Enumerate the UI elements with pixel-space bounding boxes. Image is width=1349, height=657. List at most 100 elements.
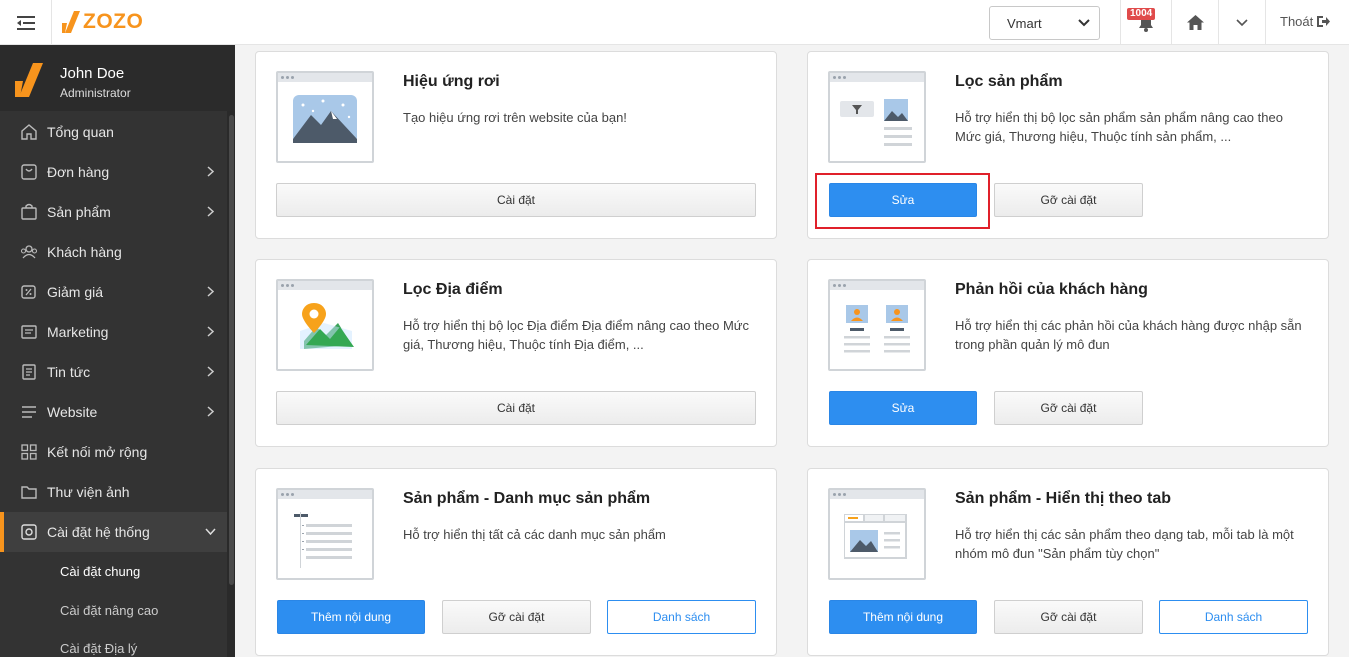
divider	[1265, 0, 1266, 45]
logout-label: Thoát	[1280, 14, 1314, 29]
add-content-button[interactable]: Thêm nội dung	[277, 600, 425, 634]
chevron-right-icon	[207, 326, 214, 337]
module-card: Sản phẩm - Hiển thị theo tab Hỗ trợ hiển…	[807, 468, 1329, 656]
settings-icon	[21, 524, 37, 540]
sidebar-item-thu-vien-anh[interactable]: Thư viện ảnh	[0, 472, 227, 512]
sidebar-item-tin-tuc[interactable]: Tin tức	[0, 352, 227, 392]
module-card: Phản hồi của khách hàng Hỗ trợ hiển thị …	[807, 259, 1329, 447]
home-button[interactable]	[1172, 0, 1218, 45]
list-button[interactable]: Danh sách	[1159, 600, 1308, 634]
customer-feedback-icon	[844, 305, 910, 353]
brand-logo[interactable]: ZOZO	[62, 10, 143, 34]
chevron-right-icon	[207, 406, 214, 417]
sidebar-subitem-cai-dat-nang-cao[interactable]: Cài đặt nâng cao	[0, 591, 227, 629]
module-thumbnail	[276, 71, 374, 163]
module-thumbnail	[828, 279, 926, 371]
sidebar-item-cai-dat-he-thong[interactable]: Cài đặt hệ thống	[0, 512, 227, 552]
uninstall-button[interactable]: Gỡ cài đặt	[994, 183, 1143, 217]
sidebar: John Doe Administrator Tổng quan Đơn hàn…	[0, 45, 235, 657]
module-title: Phản hồi của khách hàng	[955, 281, 1148, 298]
module-thumbnail	[276, 488, 374, 580]
store-select-value: Vmart	[1007, 15, 1042, 31]
module-title: Lọc sản phẩm	[955, 73, 1063, 90]
zozo-logo-icon	[62, 11, 80, 33]
sidebar-item-don-hang[interactable]: Đơn hàng	[0, 152, 227, 192]
menu-icon	[22, 406, 36, 418]
uninstall-button[interactable]: Gỡ cài đặt	[994, 391, 1143, 425]
sidebar-item-label: Thư viện ảnh	[47, 484, 130, 500]
list-button[interactable]: Danh sách	[607, 600, 756, 634]
home-icon	[21, 124, 37, 140]
falling-snow-image-icon	[293, 95, 357, 143]
chevron-right-icon	[207, 286, 214, 297]
sidebar-subitem-cai-dat-chung[interactable]: Cài đặt chung	[0, 552, 227, 590]
top-bar: ZOZO Vmart 1004 Thoát	[0, 0, 1349, 45]
module-title: Lọc Địa điểm	[403, 281, 503, 298]
chevron-down-icon	[1078, 19, 1090, 27]
chevron-right-icon	[207, 166, 214, 177]
sidebar-subitem-label: Cài đặt chung	[60, 563, 141, 579]
module-title: Sản phẩm - Hiển thị theo tab	[955, 490, 1172, 507]
news-icon	[22, 364, 36, 380]
install-button[interactable]: Cài đặt	[276, 391, 756, 425]
module-thumbnail	[276, 279, 374, 371]
sidebar-item-label: Cài đặt hệ thống	[47, 524, 150, 540]
module-description: Hỗ trợ hiển thị tất cả các danh mục sản …	[403, 527, 666, 542]
module-description: Hỗ trợ hiển thị bộ lọc sản phẩm sản phẩm…	[955, 110, 1283, 144]
sidebar-toggle-button[interactable]	[0, 0, 52, 45]
sidebar-item-ket-noi-mo-rong[interactable]: Kết nối mở rộng	[0, 432, 227, 472]
module-card: Lọc Địa điểm Hỗ trợ hiển thị bộ lọc Địa …	[255, 259, 777, 447]
sidebar-subitem-cai-dat-dia-ly[interactable]: Cài đặt Địa lý	[0, 629, 227, 657]
sidebar-item-label: Marketing	[47, 324, 109, 340]
store-select[interactable]: Vmart	[989, 6, 1100, 40]
discount-icon	[21, 285, 36, 299]
module-card: Hiệu ứng rơi Tạo hiệu ứng rơi trên websi…	[255, 51, 777, 239]
uninstall-button[interactable]: Gỡ cài đặt	[442, 600, 591, 634]
highlight-box	[815, 173, 990, 229]
sidebar-item-label: Website	[47, 404, 98, 420]
module-description: Hỗ trợ hiển thị bộ lọc Địa điểm Địa điểm…	[403, 318, 750, 352]
module-card: Sản phẩm - Danh mục sản phẩm Hỗ trợ hiển…	[255, 468, 777, 656]
chevron-right-icon	[207, 206, 214, 217]
edit-button[interactable]: Sửa	[829, 391, 977, 425]
sidebar-item-label: Kết nối mở rộng	[47, 444, 148, 460]
folder-icon	[21, 486, 37, 499]
sidebar-item-label: Khách hàng	[47, 244, 122, 260]
account-dropdown-button[interactable]	[1219, 0, 1265, 45]
sidebar-scrollbar-thumb[interactable]	[229, 115, 234, 585]
notification-count-badge: 1004	[1127, 8, 1156, 20]
module-description: Hỗ trợ hiển thị các phản hồi của khách h…	[955, 318, 1302, 352]
users-icon	[20, 245, 38, 259]
module-description: Tạo hiệu ứng rơi trên website của bạn!	[403, 110, 627, 125]
sidebar-item-marketing[interactable]: Marketing	[0, 312, 227, 352]
sidebar-item-san-pham[interactable]: Sản phẩm	[0, 192, 227, 232]
sidebar-item-label: Đơn hàng	[47, 164, 110, 180]
bag-icon	[21, 203, 37, 220]
sidebar-item-label: Tin tức	[47, 364, 91, 380]
logout-button[interactable]: Thoát	[1280, 14, 1331, 29]
module-title: Sản phẩm - Danh mục sản phẩm	[403, 490, 651, 507]
product-tabs-icon	[844, 514, 907, 559]
cart-icon	[21, 164, 37, 180]
category-list-icon	[294, 512, 352, 568]
sidebar-item-label: Tổng quan	[47, 124, 114, 140]
module-thumbnail	[828, 488, 926, 580]
user-profile[interactable]: John Doe Administrator	[0, 45, 235, 111]
notifications-button[interactable]	[1121, 0, 1171, 45]
uninstall-button[interactable]: Gỡ cài đặt	[994, 600, 1143, 634]
add-content-button[interactable]: Thêm nội dung	[829, 600, 977, 634]
menu-collapse-icon	[16, 15, 35, 30]
chevron-right-icon	[207, 366, 214, 377]
sidebar-item-tong-quan[interactable]: Tổng quan	[0, 112, 227, 152]
chevron-down-icon	[205, 528, 216, 535]
chevron-down-icon	[1236, 18, 1248, 26]
sidebar-item-website[interactable]: Website	[0, 392, 227, 432]
user-role: Administrator	[60, 86, 131, 100]
home-icon	[1186, 15, 1204, 30]
sidebar-item-giam-gia[interactable]: Giảm giá	[0, 272, 227, 312]
sidebar-item-label: Sản phẩm	[47, 204, 111, 220]
logout-icon	[1317, 16, 1331, 27]
marketing-icon	[21, 325, 37, 339]
sidebar-item-khach-hang[interactable]: Khách hàng	[0, 232, 227, 272]
install-button[interactable]: Cài đặt	[276, 183, 756, 217]
